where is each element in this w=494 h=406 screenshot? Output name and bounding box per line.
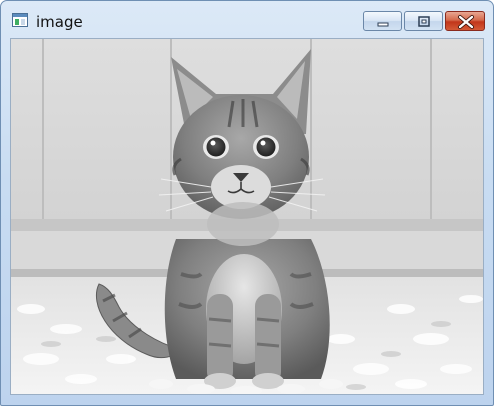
image-canvas (10, 38, 484, 395)
image-window-icon[interactable] (12, 13, 28, 27)
window-title: image (36, 13, 83, 31)
title-bar[interactable]: image (1, 1, 493, 37)
maximize-icon (418, 16, 430, 27)
maximize-button[interactable] (404, 11, 443, 31)
kitten-photo (11, 39, 483, 394)
close-icon (458, 15, 474, 29)
minimize-icon (377, 22, 389, 27)
minimize-button[interactable] (363, 11, 402, 31)
close-button[interactable] (445, 11, 485, 31)
image-window: image (0, 0, 494, 406)
